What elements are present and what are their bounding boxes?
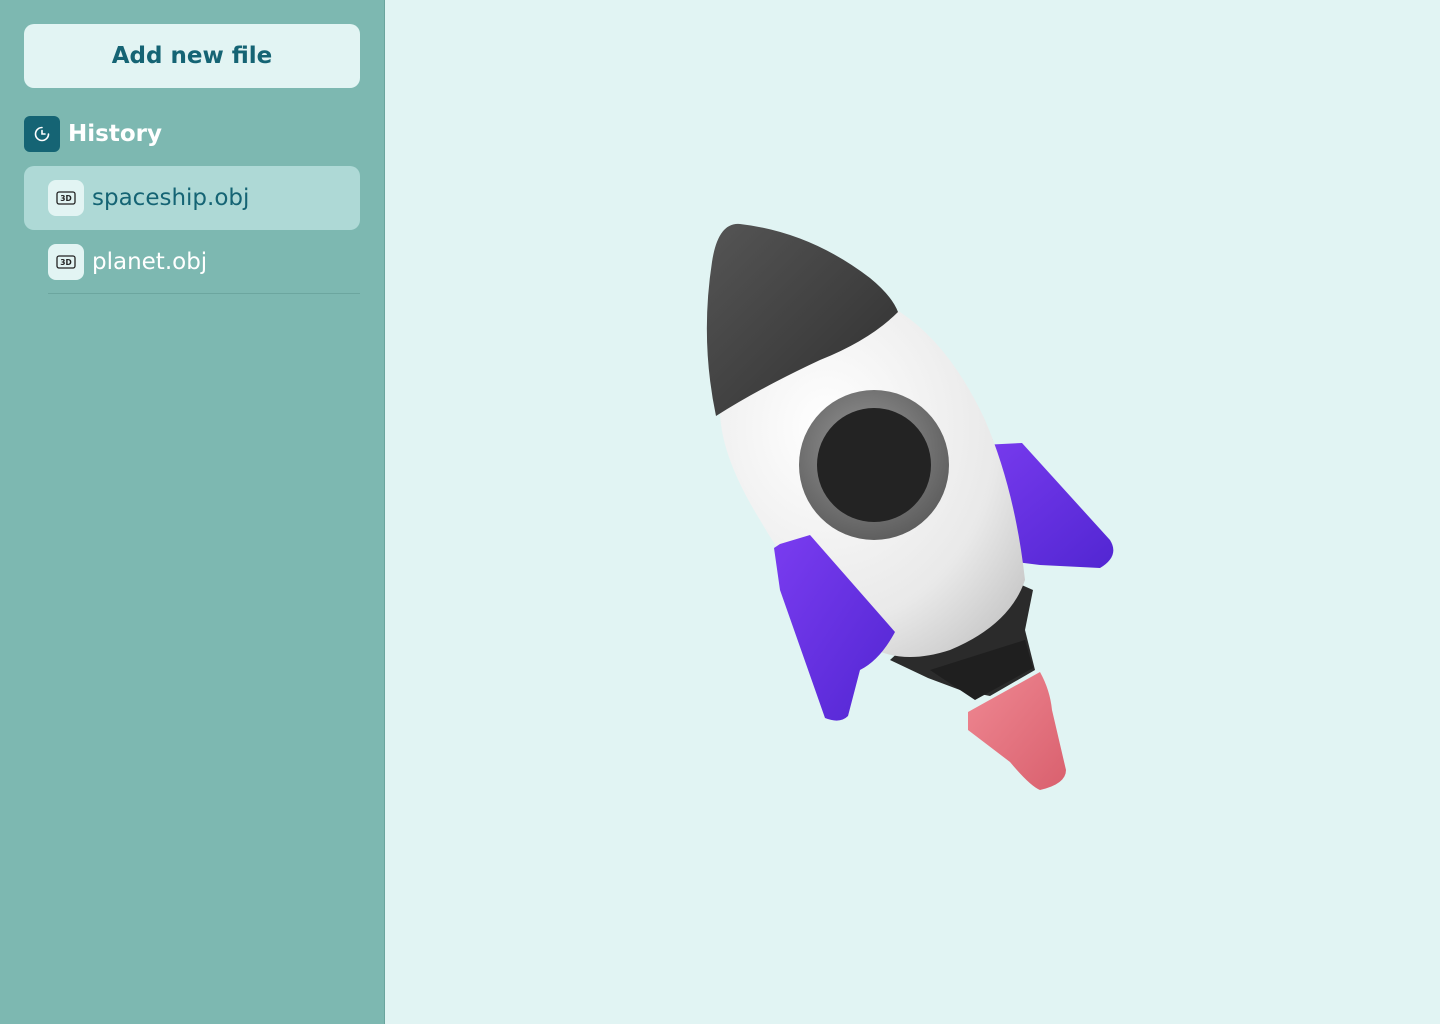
app-window: Add new file History 3D spaceship.obj 3D…: [0, 0, 1440, 1024]
history-label: History: [68, 121, 162, 147]
add-new-file-label: Add new file: [111, 43, 273, 69]
3d-viewer-canvas[interactable]: [385, 0, 1440, 1024]
add-new-file-button[interactable]: Add new file: [24, 24, 360, 88]
svg-text:3D: 3D: [60, 258, 71, 267]
spaceship-3d-model[interactable]: [385, 0, 1440, 1024]
file-item-planet[interactable]: 3D planet.obj: [24, 230, 360, 294]
file-history-list: 3D spaceship.obj 3D planet.obj: [24, 166, 360, 294]
3d-file-icon: 3D: [48, 244, 84, 280]
svg-text:3D: 3D: [60, 194, 71, 203]
sidebar: Add new file History 3D spaceship.obj 3D…: [0, 0, 385, 1024]
file-name: spaceship.obj: [92, 185, 250, 211]
history-header: History: [24, 116, 162, 152]
rocket-window-glass: [817, 408, 931, 522]
file-name: planet.obj: [92, 249, 208, 275]
history-clock-icon: [24, 116, 60, 152]
3d-file-icon: 3D: [48, 180, 84, 216]
file-item-spaceship[interactable]: 3D spaceship.obj: [24, 166, 360, 230]
